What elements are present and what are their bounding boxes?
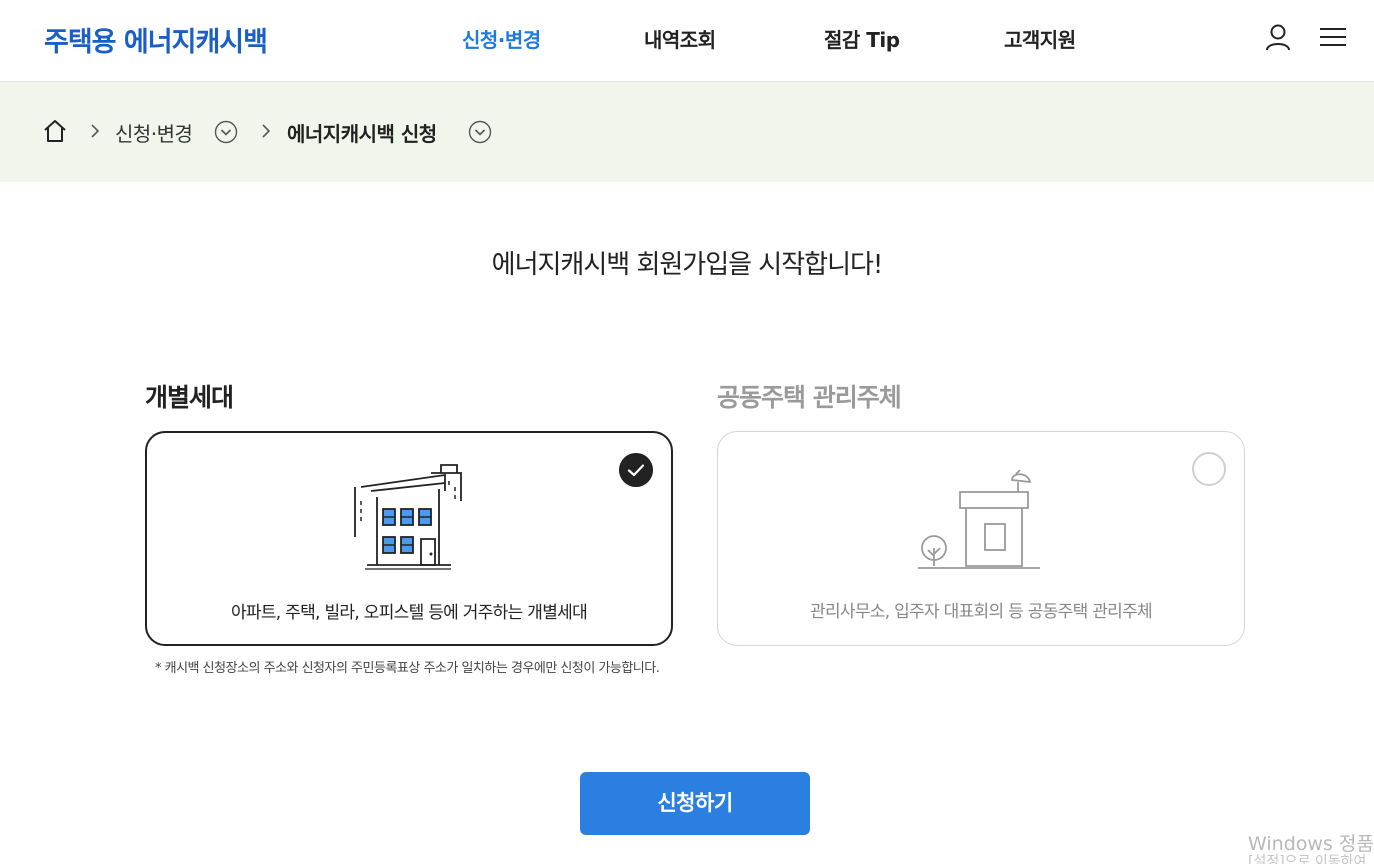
nav-item-apply[interactable]: 신청·변경 <box>462 24 541 53</box>
breadcrumb: 신청·변경 에너지캐시백 신청 <box>0 82 1374 182</box>
apartment-building-icon <box>354 464 462 570</box>
breadcrumb-item-current[interactable]: 에너지캐시백 신청 <box>287 118 437 147</box>
option-description-management: 관리사무소, 입주자 대표회의 등 공동주택 관리주체 <box>810 602 1153 622</box>
apply-button[interactable]: 신청하기 <box>580 772 810 835</box>
nav-item-saving-tip[interactable]: 절감 Tip <box>824 24 900 53</box>
user-icon[interactable] <box>1263 22 1293 52</box>
option-title-individual: 개별세대 <box>145 383 234 412</box>
chevron-down-circle-icon[interactable] <box>214 120 238 144</box>
nav-item-history[interactable]: 내역조회 <box>644 24 716 53</box>
option-title-management: 공동주택 관리주체 <box>717 383 902 412</box>
nav-item-support[interactable]: 고객지원 <box>1004 24 1076 53</box>
site-logo[interactable]: 주택용 에너지캐시백 <box>44 20 268 59</box>
management-office-building-icon <box>918 470 1040 569</box>
chevron-right-icon <box>91 124 100 138</box>
notice-text: * 캐시백 신청장소의 주소와 신청자의 주민등록표상 주소가 일치하는 경우에… <box>155 661 660 676</box>
chevron-down-circle-icon[interactable] <box>468 120 492 144</box>
option-card-management[interactable]: 관리사무소, 입주자 대표회의 등 공동주택 관리주체 <box>717 431 1245 646</box>
option-card-individual[interactable]: 아파트, 주택, 빌라, 오피스텔 등에 거주하는 개별세대 <box>145 431 673 646</box>
os-activation-watermark-sub: [설정]으로 이동하여 <box>1248 854 1367 864</box>
hamburger-menu-icon[interactable] <box>1318 22 1348 52</box>
page-title: 에너지캐시백 회원가입을 시작합니다! <box>491 250 884 280</box>
check-icon[interactable] <box>619 453 653 487</box>
site-header: 주택용 에너지캐시백 신청·변경 내역조회 절감 Tip 고객지원 <box>0 0 1374 82</box>
option-description-individual: 아파트, 주택, 빌라, 오피스텔 등에 거주하는 개별세대 <box>230 603 588 623</box>
home-icon[interactable] <box>42 118 68 144</box>
chevron-right-icon <box>262 124 271 138</box>
breadcrumb-item-apply[interactable]: 신청·변경 <box>115 118 193 147</box>
radio-unchecked-icon[interactable] <box>1192 452 1226 486</box>
